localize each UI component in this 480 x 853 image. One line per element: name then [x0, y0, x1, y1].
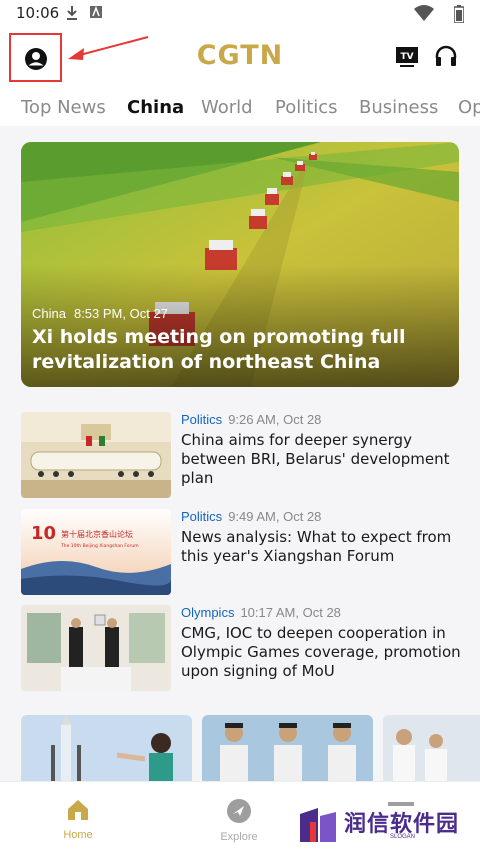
tab-opinion[interactable]: Op	[458, 97, 480, 118]
wifi-icon	[414, 5, 434, 21]
news-time: 10:17 AM, Oct 28	[240, 605, 341, 620]
news-meta: Politics 9:26 AM, Oct 28	[181, 412, 466, 427]
hero-card[interactable]: China 8:53 PM, Oct 27 Xi holds meeting on…	[21, 142, 459, 387]
tv-icon-label: TV	[400, 52, 413, 62]
video-card[interactable]	[21, 715, 192, 781]
meeting-hall-image	[21, 412, 171, 498]
news-feed: China 8:53 PM, Oct 27 Xi holds meeting on…	[0, 126, 480, 781]
nav-explore[interactable]: Explore	[199, 798, 279, 843]
list-item[interactable]: 10 第十届北京香山论坛 The 10th Beijing Xiangshan …	[21, 509, 461, 597]
news-meta: Politics 9:49 AM, Oct 28	[181, 509, 466, 524]
video-card[interactable]	[202, 715, 373, 781]
news-category[interactable]: Politics	[181, 412, 222, 427]
news-category[interactable]: Politics	[181, 509, 222, 524]
hero-meta: China 8:53 PM, Oct 27	[32, 306, 168, 321]
news-thumbnail	[21, 605, 171, 691]
hero-category: China	[32, 306, 66, 321]
download-icon	[67, 6, 77, 20]
tab-top-news[interactable]: Top News	[21, 97, 106, 118]
video-card[interactable]	[383, 715, 480, 781]
app-header: CGTN TV	[0, 28, 480, 90]
forum-title-en: The 10th Beijing Xiangshan Forum	[60, 543, 139, 549]
forum-poster-image: 10 第十届北京香山论坛 The 10th Beijing Xiangshan …	[21, 509, 171, 595]
news-category[interactable]: Olympics	[181, 605, 234, 620]
news-title: CMG, IOC to deepen cooperation in Olympi…	[181, 624, 461, 680]
forum-title-cn: 第十届北京香山论坛	[61, 529, 133, 539]
tab-politics[interactable]: Politics	[275, 97, 338, 118]
video-card-row	[0, 715, 480, 781]
nav-home[interactable]: Home	[38, 798, 118, 841]
tab-business[interactable]: Business	[359, 97, 438, 118]
tab-china[interactable]: China	[127, 97, 184, 118]
hero-time: 8:53 PM, Oct 27	[73, 306, 168, 321]
astronauts-image	[202, 715, 373, 781]
status-time: 10:06	[16, 4, 60, 22]
news-body: Politics 9:26 AM, Oct 28 China aims for d…	[181, 412, 466, 488]
status-bar: 10:06	[0, 0, 480, 28]
watermark-emblem-icon	[300, 808, 336, 842]
hero-title: Xi holds meeting on promoting full revit…	[32, 326, 406, 373]
compass-icon	[227, 799, 251, 823]
news-title: China aims for deeper synergy between BR…	[181, 431, 450, 487]
list-item[interactable]: Olympics 10:17 AM, Oct 28 CMG, IOC to dee…	[21, 605, 461, 693]
rocket-launch-image	[21, 715, 192, 781]
signing-ceremony-image	[21, 605, 171, 691]
nav-home-label: Home	[63, 829, 93, 841]
news-body: Olympics 10:17 AM, Oct 28 CMG, IOC to dee…	[181, 605, 466, 681]
tab-world[interactable]: World	[201, 97, 253, 118]
bottom-nav: Home Explore 润信软件园 SLOGAN	[0, 781, 480, 853]
notification-a-icon	[90, 5, 102, 18]
crew-image	[383, 715, 480, 781]
watermark-slogan: SLOGAN	[390, 834, 416, 840]
battery-icon	[454, 5, 464, 23]
news-time: 9:49 AM, Oct 28	[228, 509, 322, 524]
tv-icon[interactable]: TV	[395, 45, 419, 69]
news-time: 9:26 AM, Oct 28	[228, 412, 322, 427]
news-thumbnail	[21, 412, 171, 498]
news-thumbnail: 10 第十届北京香山论坛 The 10th Beijing Xiangshan …	[21, 509, 171, 595]
category-tabs: Top News China World Politics Business O…	[0, 90, 480, 126]
forum-number: 10	[31, 523, 56, 544]
news-title: News analysis: What to expect from this …	[181, 528, 452, 565]
headphones-icon[interactable]	[434, 44, 458, 68]
nav-explore-label: Explore	[220, 831, 258, 843]
news-meta: Olympics 10:17 AM, Oct 28	[181, 605, 466, 620]
watermark-logo: 润信软件园 SLOGAN	[298, 806, 468, 846]
home-icon	[68, 800, 88, 820]
news-body: Politics 9:49 AM, Oct 28 News analysis: W…	[181, 509, 466, 566]
list-item[interactable]: Politics 9:26 AM, Oct 28 China aims for d…	[21, 412, 461, 500]
